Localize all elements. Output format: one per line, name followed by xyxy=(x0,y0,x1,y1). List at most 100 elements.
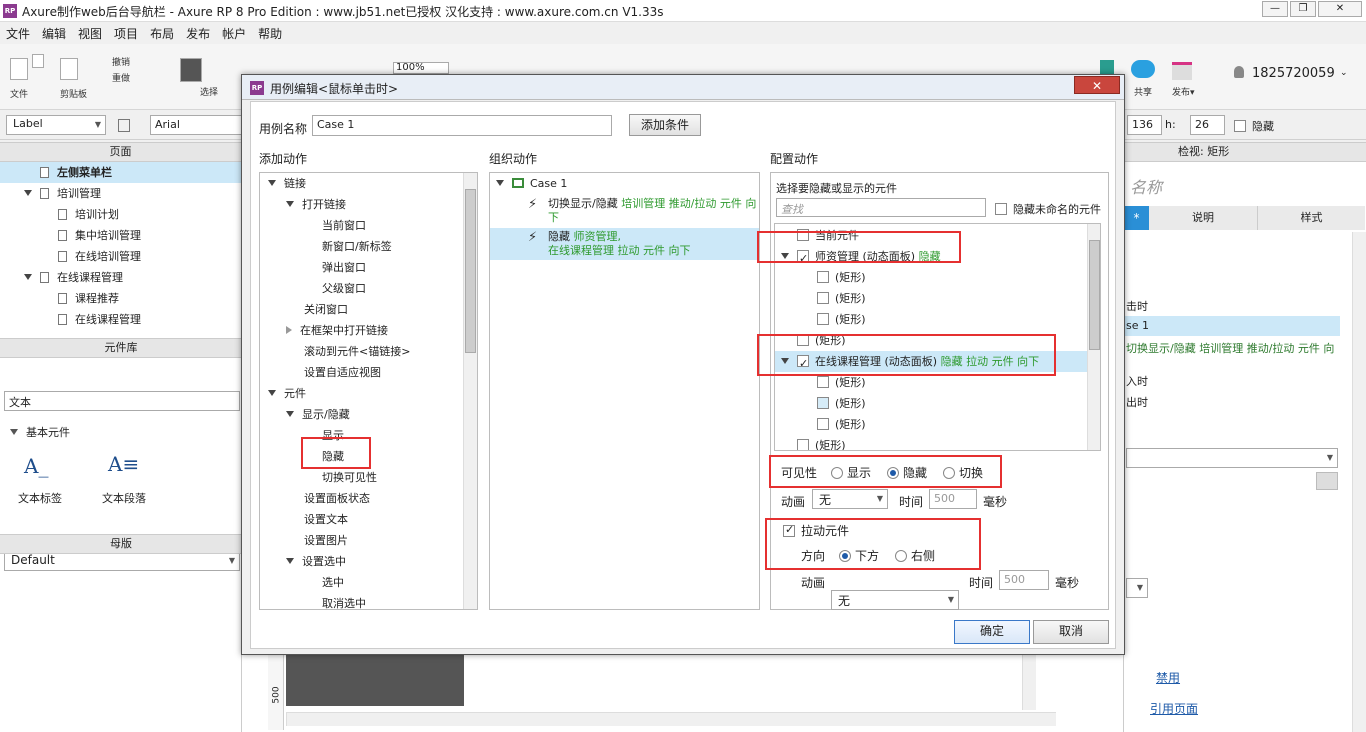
action-tree-item[interactable]: 显示/隐藏 xyxy=(286,404,350,425)
zoom-select[interactable]: 100% xyxy=(393,62,449,74)
action-tree-item[interactable]: 设置图片 xyxy=(304,530,348,551)
radio-hide[interactable] xyxy=(887,467,899,479)
tree-arrow-icon[interactable] xyxy=(268,180,276,186)
radio-right[interactable] xyxy=(895,550,907,562)
share-cloud-icon[interactable] xyxy=(1131,60,1155,78)
link-icon[interactable] xyxy=(1316,472,1338,490)
restore-icon[interactable]: ❐ xyxy=(1290,1,1316,17)
action-tree-item[interactable]: 在框架中打开链接 xyxy=(286,320,388,341)
menu-view[interactable]: 视图 xyxy=(72,22,108,42)
close-window-icon[interactable]: ✕ xyxy=(1318,1,1362,17)
inspector-scrollbar[interactable] xyxy=(1352,232,1366,732)
expand-arrow-icon[interactable] xyxy=(24,274,32,280)
tab-notes[interactable]: 说明 xyxy=(1149,206,1257,230)
action-tree-item[interactable]: 父级窗口 xyxy=(322,278,366,299)
hide-checkbox-box[interactable] xyxy=(1234,120,1246,132)
widget-search-input[interactable]: 查找 xyxy=(776,198,986,217)
widget-tree-item[interactable]: (矩形) xyxy=(775,393,1087,414)
tab-properties[interactable]: * xyxy=(1124,206,1149,230)
action-tree-item[interactable]: 滚动到元件<锚链接> xyxy=(304,341,410,362)
format-painter-icon[interactable] xyxy=(118,119,130,132)
page-select[interactable] xyxy=(1126,578,1148,598)
action-tree-item[interactable]: 弹出窗口 xyxy=(322,257,366,278)
tree-arrow-icon[interactable] xyxy=(286,326,292,334)
org-action-hide[interactable]: 隐藏 师资管理, 在线课程管理 拉动 元件 向下 xyxy=(548,230,758,258)
menu-account[interactable]: 帐户 xyxy=(216,22,252,42)
actions-scrollbar[interactable] xyxy=(463,173,477,609)
width-input[interactable]: 136 xyxy=(1127,115,1162,135)
widget-checkbox[interactable] xyxy=(817,418,829,430)
animation2-select[interactable]: 无 xyxy=(831,590,959,610)
widget-tree-item[interactable]: (矩形) xyxy=(775,309,1087,330)
radio-down[interactable] xyxy=(839,550,851,562)
event-onclick[interactable]: 击时 xyxy=(1126,298,1148,314)
page-item[interactable]: 培训管理 xyxy=(0,183,241,204)
select-mode-icon[interactable] xyxy=(180,58,202,82)
widget-tree-item[interactable]: (矩形) xyxy=(775,435,1087,450)
widget-scroll-thumb[interactable] xyxy=(1089,240,1100,350)
text-paragraph-widget-icon[interactable]: A≡ xyxy=(108,452,139,476)
action-tree-item[interactable]: 打开链接 xyxy=(286,194,346,215)
menu-file[interactable]: 文件 xyxy=(0,22,36,42)
widget-checkbox[interactable] xyxy=(797,439,809,450)
hide-unnamed-box[interactable] xyxy=(995,203,1007,215)
reference-page-link[interactable]: 引用页面 xyxy=(1150,700,1198,717)
hide-checkbox[interactable]: 隐藏 xyxy=(1234,118,1274,134)
action-tree-item[interactable]: 链接 xyxy=(268,173,306,194)
tree-arrow-icon[interactable] xyxy=(286,411,294,417)
publish-label[interactable]: 发布▾ xyxy=(1172,85,1195,98)
case-name-input[interactable]: Case 1 xyxy=(312,115,612,136)
page-item[interactable]: 培训计划 xyxy=(0,204,241,225)
widget-checkbox[interactable] xyxy=(817,313,829,325)
page-item[interactable]: 在线培训管理 xyxy=(0,246,241,267)
tree-arrow-icon[interactable] xyxy=(286,558,294,564)
text-paragraph-widget[interactable]: 文本段落 xyxy=(102,490,146,506)
publish-icon[interactable] xyxy=(1172,62,1192,80)
widget-type-select[interactable]: Label xyxy=(6,115,106,135)
visibility-show-radio[interactable]: 显示 xyxy=(831,464,871,481)
disable-link[interactable]: 禁用 xyxy=(1156,669,1180,686)
undo-button[interactable]: 撤销 xyxy=(112,55,130,68)
event-action[interactable]: 切换显示/隐藏 培训管理 推动/拉动 元件 向 xyxy=(1126,340,1342,356)
direction-right-radio[interactable]: 右侧 xyxy=(895,547,935,564)
canvas-h-scrollbar[interactable] xyxy=(286,712,1056,726)
expand-arrow-icon[interactable] xyxy=(24,190,32,196)
new-file-icon[interactable] xyxy=(10,58,28,80)
menu-edit[interactable]: 编辑 xyxy=(36,22,72,42)
animation-select[interactable]: 无 xyxy=(812,489,888,509)
widget-tree-item[interactable]: (矩形) xyxy=(775,267,1087,288)
canvas-rectangle[interactable] xyxy=(286,650,464,706)
pull-widget-box[interactable] xyxy=(783,523,795,537)
tree-arrow-icon[interactable] xyxy=(286,201,294,207)
action-tree-item[interactable]: 取消选中 xyxy=(322,593,366,609)
action-tree-item[interactable]: 设置自适应视图 xyxy=(304,362,381,383)
action-tree-item[interactable]: 设置面板状态 xyxy=(304,488,370,509)
tab-style[interactable]: 样式 xyxy=(1257,206,1365,230)
font-select[interactable]: Arial xyxy=(150,115,242,135)
action-tree-item[interactable]: 设置文本 xyxy=(304,509,348,530)
action-tree-item[interactable]: 设置选中 xyxy=(286,551,346,572)
page-item[interactable]: 左侧菜单栏 xyxy=(0,162,241,183)
widget-tree-scrollbar[interactable] xyxy=(1087,224,1100,450)
widget-checkbox[interactable] xyxy=(817,292,829,304)
widget-checkbox[interactable] xyxy=(817,376,829,388)
library-select[interactable]: Default xyxy=(4,551,240,571)
text-label-widget[interactable]: 文本标签 xyxy=(18,490,62,506)
time2-input[interactable]: 500 xyxy=(999,570,1049,590)
action-tree-item[interactable]: 选中 xyxy=(322,572,344,593)
radio-show[interactable] xyxy=(831,467,843,479)
user-account[interactable]: 1825720059 xyxy=(1252,66,1335,81)
visibility-hide-radio[interactable]: 隐藏 xyxy=(887,464,927,481)
menu-publish[interactable]: 发布 xyxy=(180,22,216,42)
widget-tree-item[interactable]: (矩形) xyxy=(775,288,1087,309)
time-input[interactable]: 500 xyxy=(929,489,977,509)
org-action-toggle[interactable]: 切换显示/隐藏 培训管理 推动/拉动 元件 向下 xyxy=(548,197,758,225)
page-item[interactable]: 在线课程管理 xyxy=(0,309,241,330)
text-label-widget-icon[interactable]: A_ xyxy=(24,454,48,478)
cancel-button[interactable]: 取消 xyxy=(1033,620,1109,644)
action-tree-item[interactable]: 新窗口/新标签 xyxy=(322,236,392,257)
event-mouseenter[interactable]: 入时 xyxy=(1126,373,1148,389)
more-events-select[interactable] xyxy=(1126,448,1338,468)
case-node[interactable]: Case 1 xyxy=(496,177,567,190)
hide-unnamed-checkbox[interactable]: 隐藏未命名的元件 xyxy=(995,201,1101,217)
